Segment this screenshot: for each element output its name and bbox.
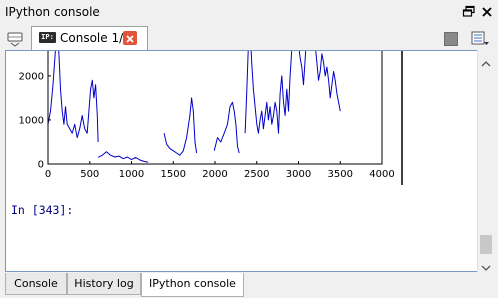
tab-ipython-console[interactable]: IPython console xyxy=(141,273,244,297)
pane-title-bar: IPython console xyxy=(0,0,498,24)
close-pane-icon[interactable] xyxy=(480,4,494,18)
inline-plot: 0 500 1000 1500 2000 2500 3000 3500 4000 0 1000 200… xyxy=(19,51,403,185)
x-tick-label: 1500 xyxy=(161,169,186,180)
close-tab-icon[interactable] xyxy=(123,31,137,45)
tab-history-log-label: History log xyxy=(74,277,134,290)
pane-title: IPython console xyxy=(5,5,100,19)
plot-line-segment xyxy=(244,51,341,134)
tab-label: Console 1/A xyxy=(60,31,132,45)
tab-console-1a[interactable]: IP: Console 1/A xyxy=(31,26,148,50)
console-output[interactable]: 0 500 1000 1500 2000 2500 3000 3500 4000 0 1000 200… xyxy=(5,50,493,272)
options-menu-icon[interactable] xyxy=(471,31,489,47)
browse-tabs-icon[interactable] xyxy=(4,28,28,48)
plot-line-segment xyxy=(47,51,99,143)
x-tick-label: 0 xyxy=(45,169,51,180)
tab-history-log[interactable]: History log xyxy=(67,273,141,295)
tab-console-label: Console xyxy=(14,277,58,290)
console-tab-bar: IP: Console 1/A xyxy=(0,24,498,51)
y-tick-label: 2000 xyxy=(19,71,44,82)
scroll-down-icon[interactable] xyxy=(481,258,491,271)
plot-line-segment xyxy=(213,101,240,154)
plot-line-segment xyxy=(163,97,198,156)
ipython-console-pane: IPython console IP: Console 1/A 0 500 10… xyxy=(0,0,498,298)
y-tick-label: 0 xyxy=(38,160,44,171)
bottom-tab-bar: Console History log IPython console xyxy=(0,273,498,298)
y-tick-label: 1000 xyxy=(19,115,44,126)
tab-console[interactable]: Console xyxy=(5,273,67,295)
console-scrollbar[interactable] xyxy=(477,50,493,272)
x-tick-label: 3500 xyxy=(328,169,353,180)
scroll-thumb[interactable] xyxy=(480,235,492,254)
tab-ipython-console-label: IPython console xyxy=(149,277,236,290)
x-tick-label: 2000 xyxy=(202,169,227,180)
stop-kernel-icon[interactable] xyxy=(444,32,458,46)
input-prompt: In [343]: xyxy=(11,203,74,217)
x-tick-label: 2500 xyxy=(244,169,269,180)
x-tick-label: 4000 xyxy=(369,169,394,180)
x-tick-label: 500 xyxy=(80,169,99,180)
ipython-icon: IP: xyxy=(39,32,56,43)
scroll-up-icon[interactable] xyxy=(481,54,491,67)
x-tick-label: 1000 xyxy=(119,169,144,180)
undock-icon[interactable] xyxy=(462,4,476,18)
x-tick-label: 3000 xyxy=(286,169,311,180)
plot-line-segment xyxy=(97,151,149,163)
